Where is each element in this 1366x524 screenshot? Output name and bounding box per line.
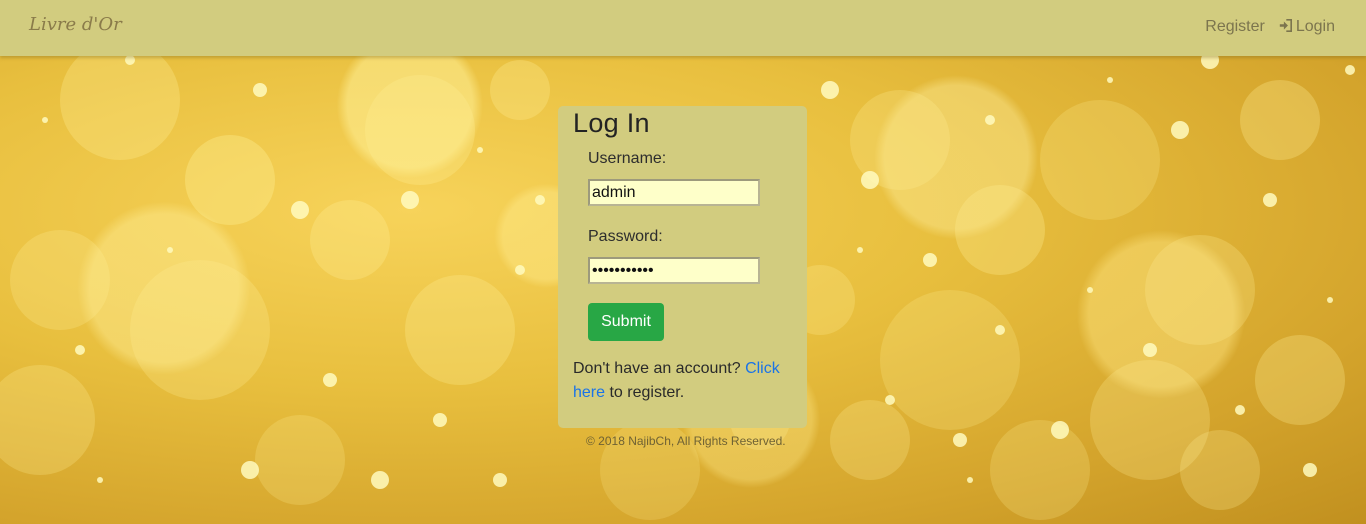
footer-copyright: © 2018 NajibCh, All Rights Reserved. bbox=[586, 434, 786, 448]
bokeh-circle bbox=[955, 185, 1045, 275]
password-input[interactable] bbox=[588, 257, 760, 284]
bokeh-sparkle bbox=[1171, 121, 1189, 139]
login-label: Login bbox=[1295, 18, 1335, 35]
bokeh-circle bbox=[880, 290, 1020, 430]
bokeh-sparkle bbox=[1263, 193, 1277, 207]
bokeh-sparkle bbox=[75, 345, 85, 355]
bokeh-circle bbox=[365, 75, 475, 185]
bokeh-sparkle bbox=[885, 395, 895, 405]
bokeh-circle bbox=[850, 90, 950, 190]
nav-links: Register Login bbox=[1205, 18, 1335, 36]
bokeh-sparkle bbox=[493, 473, 507, 487]
bokeh-sparkle bbox=[1235, 405, 1245, 415]
sign-in-icon bbox=[1279, 18, 1292, 34]
bokeh-sparkle bbox=[42, 117, 48, 123]
register-prompt-before: Don't have an account? bbox=[573, 360, 746, 377]
bokeh-sparkle bbox=[995, 325, 1005, 335]
bokeh-sparkle bbox=[953, 433, 967, 447]
bokeh-circle bbox=[10, 230, 110, 330]
bokeh-sparkle bbox=[857, 247, 863, 253]
bokeh-circle bbox=[1180, 430, 1260, 510]
bokeh-sparkle bbox=[323, 373, 337, 387]
username-input[interactable] bbox=[588, 179, 760, 206]
bokeh-circle bbox=[1240, 80, 1320, 160]
bokeh-circle bbox=[310, 200, 390, 280]
submit-button[interactable]: Submit bbox=[588, 303, 664, 341]
bokeh-sparkle bbox=[167, 247, 173, 253]
bokeh-circle bbox=[130, 260, 270, 400]
bokeh-sparkle bbox=[371, 471, 389, 489]
login-card: Log In Username: Password: Submit Don't … bbox=[558, 106, 807, 428]
bokeh-sparkle bbox=[1087, 287, 1093, 293]
bokeh-sparkle bbox=[1345, 65, 1355, 75]
bokeh-sparkle bbox=[97, 477, 103, 483]
bokeh-sparkle bbox=[535, 195, 545, 205]
bokeh-sparkle bbox=[1107, 77, 1113, 83]
bokeh-sparkle bbox=[821, 81, 839, 99]
username-label: Username: bbox=[588, 150, 667, 167]
bokeh-sparkle bbox=[253, 83, 267, 97]
login-title: Log In bbox=[573, 108, 650, 138]
bokeh-circle bbox=[60, 40, 180, 160]
password-label: Password: bbox=[588, 228, 663, 245]
bokeh-circle bbox=[1255, 335, 1345, 425]
bokeh-sparkle bbox=[125, 55, 135, 65]
bokeh-sparkle bbox=[477, 147, 483, 153]
register-link[interactable]: Register bbox=[1205, 18, 1265, 36]
brand-logo[interactable]: Livre d'Or bbox=[29, 14, 122, 35]
bokeh-circle bbox=[405, 275, 515, 385]
bokeh-circle bbox=[185, 135, 275, 225]
bokeh-sparkle bbox=[1303, 463, 1317, 477]
bokeh-circle bbox=[1090, 360, 1210, 480]
bokeh-circle bbox=[0, 365, 95, 475]
bokeh-circle bbox=[1040, 100, 1160, 220]
bokeh-circle bbox=[1145, 235, 1255, 345]
bokeh-sparkle bbox=[401, 191, 419, 209]
bokeh-sparkle bbox=[433, 413, 447, 427]
bokeh-sparkle bbox=[923, 253, 937, 267]
register-prompt-after: to register. bbox=[605, 384, 685, 401]
bokeh-sparkle bbox=[985, 115, 995, 125]
bokeh-circle bbox=[490, 60, 550, 120]
register-prompt: Don't have an account? Click here to reg… bbox=[573, 357, 798, 405]
bokeh-sparkle bbox=[1327, 297, 1333, 303]
login-link[interactable]: Login bbox=[1279, 18, 1335, 36]
navbar: Livre d'Or Register Login bbox=[0, 0, 1366, 56]
bokeh-circle bbox=[255, 415, 345, 505]
bokeh-sparkle bbox=[967, 477, 973, 483]
bokeh-circle bbox=[830, 400, 910, 480]
bokeh-sparkle bbox=[861, 171, 879, 189]
bokeh-sparkle bbox=[241, 461, 259, 479]
bokeh-circle bbox=[990, 420, 1090, 520]
bokeh-sparkle bbox=[515, 265, 525, 275]
bokeh-sparkle bbox=[1051, 421, 1069, 439]
bokeh-sparkle bbox=[291, 201, 309, 219]
bokeh-sparkle bbox=[1143, 343, 1157, 357]
